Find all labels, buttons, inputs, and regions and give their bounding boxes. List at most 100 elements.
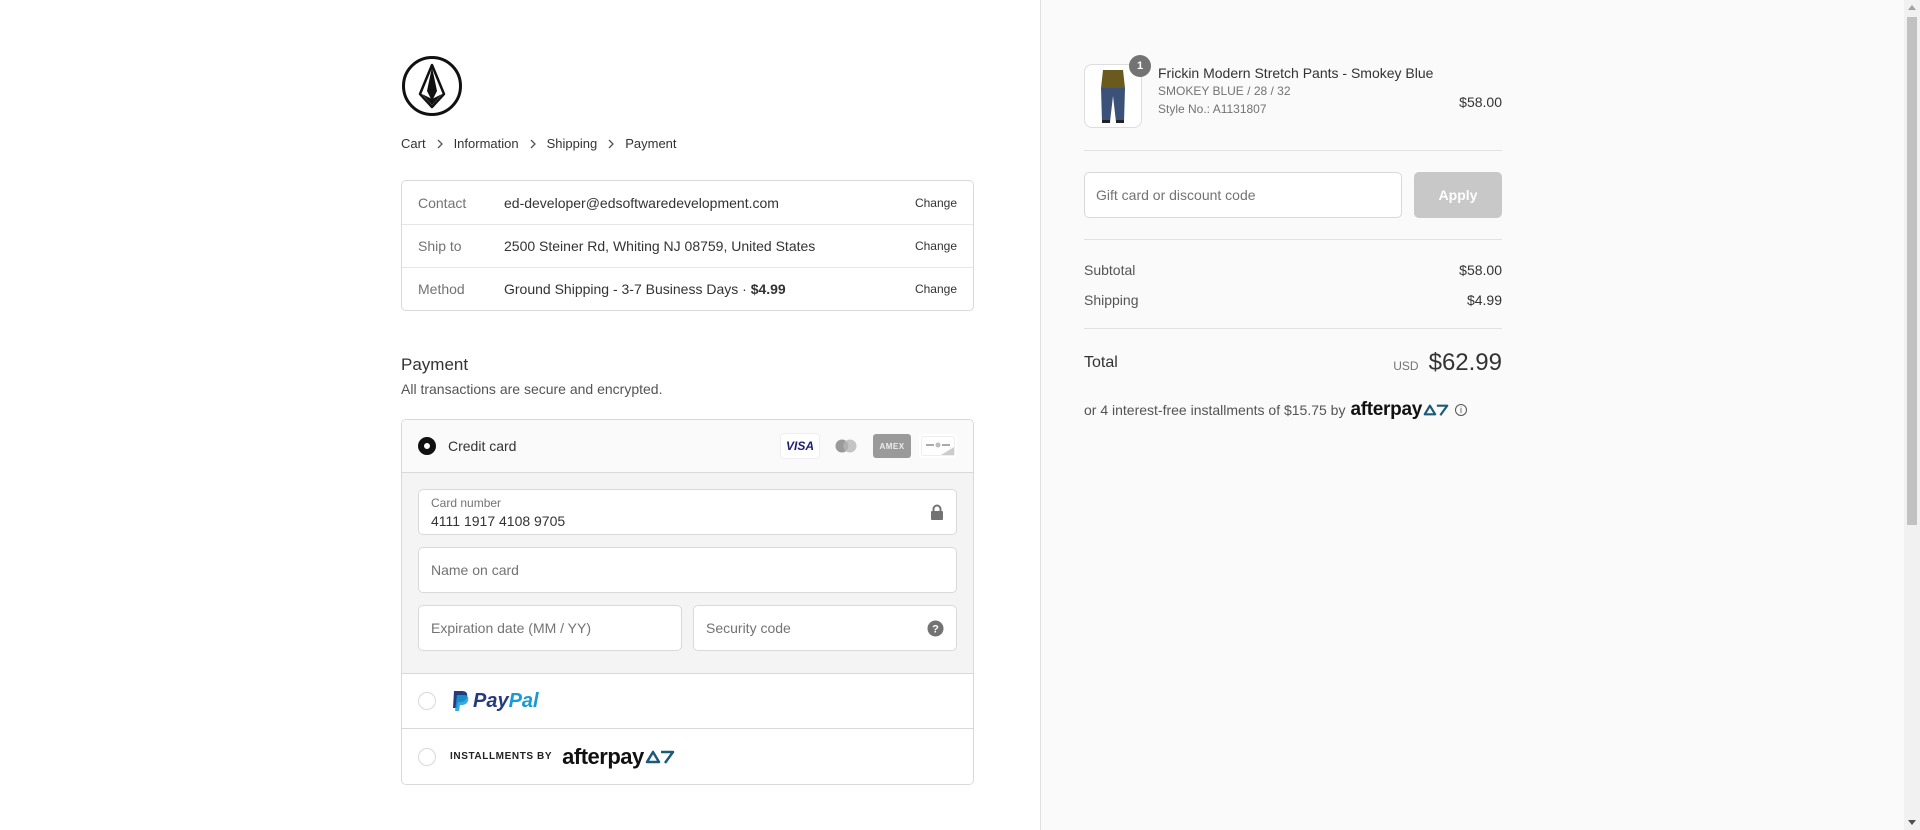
paypal-text-pal: Pal	[508, 689, 539, 712]
paypal-icon	[453, 691, 469, 711]
scroll-up-icon[interactable]	[1908, 5, 1916, 10]
help-icon[interactable]: ?	[927, 620, 944, 640]
quantity-badge: 1	[1129, 55, 1151, 77]
name-on-card-field[interactable]: Name on card	[418, 547, 957, 593]
review-method: Method Ground Shipping - 3-7 Business Da…	[402, 267, 973, 310]
svg-text:?: ?	[932, 624, 939, 636]
security-code-placeholder: Security code	[706, 620, 791, 636]
chevron-right-icon	[529, 139, 537, 149]
review-block: Contact ed-developer@edsoftwaredevelopme…	[401, 180, 974, 311]
review-ship-to-label: Ship to	[418, 238, 462, 254]
breadcrumb: Cart Information Shipping Payment	[401, 136, 974, 151]
credit-card-label: Credit card	[448, 438, 517, 454]
review-method-price: $4.99	[750, 281, 786, 297]
visa-icon: VISA	[781, 434, 819, 458]
afterpay-logo: afterpay	[562, 744, 675, 770]
divider	[1084, 328, 1502, 329]
review-ship-to: Ship to 2500 Steiner Rd, Whiting NJ 0875…	[402, 224, 973, 267]
credit-card-option[interactable]: Credit card VISA AMEX	[402, 420, 973, 473]
afterpay-text: afterpay	[562, 743, 644, 769]
afterpay-radio[interactable]	[418, 747, 436, 766]
breadcrumb-cart[interactable]: Cart	[401, 136, 426, 151]
discount-code-input[interactable]: Gift card or discount code	[1084, 172, 1402, 218]
subtotal-value: $58.00	[1459, 262, 1502, 278]
total-line: Total USD $62.99	[1084, 349, 1502, 377]
product-price: $58.00	[1459, 94, 1502, 110]
subtotal-label: Subtotal	[1084, 262, 1136, 278]
review-contact-label: Contact	[418, 194, 467, 211]
payment-methods: Credit card VISA AMEX Card number 4111 1…	[401, 419, 974, 785]
afterpay-mark-icon	[1423, 404, 1449, 416]
security-code-field[interactable]: Security code ?	[693, 605, 957, 651]
mastercard-icon	[827, 434, 865, 458]
shipping-line: Shipping $4.99	[1084, 292, 1502, 308]
expiration-date-field[interactable]: Expiration date (MM / YY)	[418, 605, 682, 651]
change-method-link[interactable]: Change	[915, 282, 957, 296]
paypal-radio[interactable]	[418, 692, 436, 710]
change-ship-to-link[interactable]: Change	[915, 239, 957, 253]
chevron-right-icon	[436, 139, 444, 149]
paypal-option[interactable]: Pay Pal	[402, 674, 973, 729]
discover-icon	[919, 434, 957, 458]
product-name: Frickin Modern Stretch Pants - Smokey Bl…	[1158, 65, 1434, 81]
volcom-logo[interactable]	[401, 55, 463, 117]
currency-code: USD	[1393, 359, 1419, 373]
afterpay-mark-icon	[645, 750, 674, 764]
paypal-logo: Pay Pal	[450, 690, 539, 713]
installments-text: or 4 interest-free installments of $15.7…	[1084, 402, 1346, 418]
apply-button[interactable]: Apply	[1414, 172, 1502, 218]
divider	[1084, 239, 1502, 240]
afterpay-option[interactable]: INSTALLMENTS BY afterpay	[402, 729, 973, 784]
afterpay-logo: afterpay	[1350, 399, 1449, 421]
subtotal-line: Subtotal $58.00	[1084, 262, 1502, 278]
divider	[1084, 150, 1502, 151]
product-info: Frickin Modern Stretch Pants - Smokey Bl…	[1158, 64, 1459, 116]
review-contact-value: ed-developer@edsoftwaredevelopment.com	[504, 194, 779, 211]
scrollbar-thumb[interactable]	[1907, 17, 1917, 525]
total-label: Total	[1084, 354, 1118, 371]
amex-icon: AMEX	[873, 434, 911, 458]
shipping-value: $4.99	[1466, 292, 1502, 308]
scrollbar[interactable]	[1904, 0, 1920, 830]
shipping-label: Shipping	[1084, 292, 1139, 308]
credit-card-form: Card number 4111 1917 4108 9705 Name on …	[402, 473, 973, 674]
order-summary-pane: 1 Frickin Modern Stretch Pants - Smokey …	[1040, 0, 1904, 830]
card-brands: VISA AMEX	[781, 434, 957, 458]
review-method-label: Method	[418, 281, 465, 297]
lock-icon	[930, 504, 944, 523]
total-value-group: USD $62.99	[1393, 349, 1502, 377]
afterpay-text: afterpay	[1350, 399, 1422, 420]
product-thumbnail: 1	[1084, 55, 1151, 128]
discount-row: Gift card or discount code Apply	[1084, 172, 1502, 218]
discount-code-placeholder: Gift card or discount code	[1096, 187, 1256, 203]
product-style-number: Style No.: A1131807	[1158, 102, 1267, 116]
review-method-text: Ground Shipping - 3-7 Business Days ·	[504, 281, 751, 297]
installments-label: INSTALLMENTS BY	[450, 751, 553, 762]
paypal-text-pay: Pay	[473, 689, 509, 712]
breadcrumb-information[interactable]: Information	[454, 136, 519, 151]
review-method-value: Ground Shipping - 3-7 Business Days · $4…	[504, 281, 915, 297]
card-number-field[interactable]: Card number 4111 1917 4108 9705	[418, 489, 957, 535]
afterpay-installments: or 4 interest-free installments of $15.7…	[1084, 399, 1502, 421]
total-value: $62.99	[1428, 349, 1502, 376]
payment-heading: Payment	[401, 355, 469, 374]
card-number-value[interactable]: 4111 1917 4108 9705	[431, 513, 565, 529]
scroll-down-icon[interactable]	[1908, 820, 1916, 825]
checkout-main-pane: Cart Information Shipping Payment Contac…	[0, 0, 1040, 830]
expiration-date-placeholder: Expiration date (MM / YY)	[431, 620, 592, 636]
credit-card-radio[interactable]	[418, 437, 436, 455]
payment-subheading: All transactions are secure and encrypte…	[401, 381, 663, 397]
product-image	[1089, 68, 1137, 124]
card-number-label: Card number	[431, 496, 502, 510]
review-contact: Contact ed-developer@edsoftwaredevelopme…	[402, 181, 973, 224]
card-details-row: Expiration date (MM / YY) Security code …	[418, 605, 957, 651]
review-ship-to-value: 2500 Steiner Rd, Whiting NJ 08759, Unite…	[504, 238, 816, 254]
cart-item: 1 Frickin Modern Stretch Pants - Smokey …	[1084, 55, 1502, 128]
name-on-card-placeholder: Name on card	[431, 562, 519, 578]
checkout-content: Cart Information Shipping Payment Contac…	[401, 55, 974, 785]
chevron-right-icon	[607, 139, 615, 149]
product-variant: SMOKEY BLUE / 28 / 32	[1158, 84, 1291, 98]
change-contact-link[interactable]: Change	[915, 196, 957, 210]
breadcrumb-shipping[interactable]: Shipping	[547, 136, 598, 151]
info-icon[interactable]: i	[1455, 404, 1467, 416]
